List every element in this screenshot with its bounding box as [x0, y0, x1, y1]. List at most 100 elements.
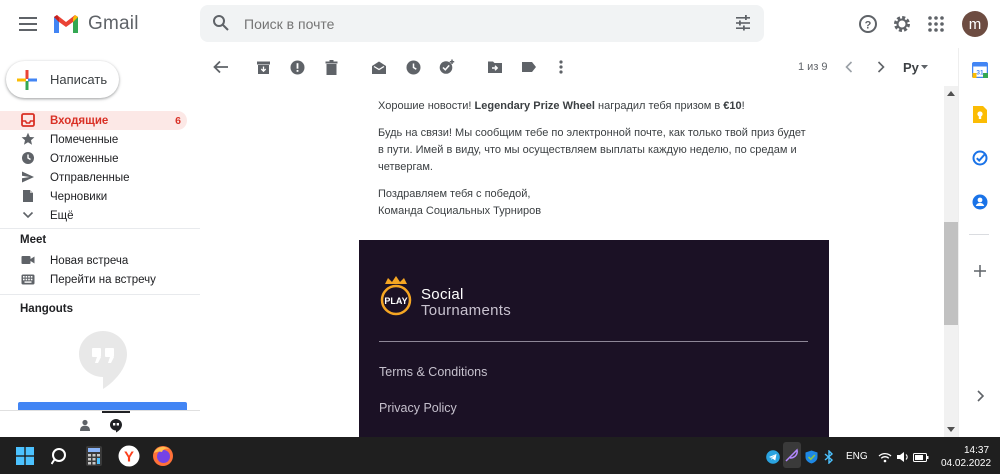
input-language-selector[interactable]: Ру: [900, 56, 934, 78]
support-icon[interactable]: ?: [856, 12, 880, 36]
play-logo-icon: PLAY: [379, 274, 413, 318]
svg-text:Y: Y: [124, 449, 134, 466]
add-addon-plus-icon[interactable]: [971, 262, 989, 280]
contacts-icon[interactable]: [971, 193, 989, 211]
text-span: !: [741, 100, 745, 112]
move-to-icon[interactable]: [486, 58, 504, 76]
search-icon[interactable]: [212, 14, 230, 32]
hangouts-quote-icon: [79, 331, 127, 396]
bluetooth-icon[interactable]: [821, 444, 837, 470]
folder-list: Входящие 6 Помеченные Отложенные Отправл…: [0, 111, 200, 225]
sidebar-item-label: Черновики: [50, 190, 108, 203]
delete-trash-icon[interactable]: [322, 58, 340, 76]
inbox-icon: [21, 113, 35, 127]
snooze-clock-icon[interactable]: [404, 58, 422, 76]
label-tag-icon[interactable]: [520, 58, 538, 76]
battery-icon[interactable]: [913, 444, 929, 470]
yandex-browser-icon[interactable]: Y: [116, 443, 142, 469]
text-span: наградил тебя призом в: [594, 100, 724, 112]
svg-text:31: 31: [976, 70, 984, 77]
security-shield-icon[interactable]: [803, 444, 819, 470]
contacts-tab[interactable]: [71, 411, 99, 438]
search-options-icon[interactable]: [734, 14, 752, 32]
sidebar-item-snoozed[interactable]: Отложенные: [0, 149, 187, 168]
calculator-icon[interactable]: [81, 443, 107, 469]
scroll-down-icon[interactable]: [946, 424, 956, 434]
send-icon: [21, 170, 35, 184]
calendar-icon[interactable]: 31: [971, 61, 989, 79]
sidebar-item-inbox[interactable]: Входящие 6: [0, 111, 187, 130]
brand-name-line2: Tournaments: [421, 302, 512, 319]
sidebar-bottom-tabs: [0, 410, 200, 437]
chevron-left-icon[interactable]: [840, 58, 858, 76]
chevron-right-icon[interactable]: [872, 58, 890, 76]
keep-notes-icon[interactable]: [971, 105, 989, 123]
settings-gear-icon[interactable]: [890, 12, 914, 36]
scroll-thumb[interactable]: [944, 222, 958, 325]
sidebar-item-label: Входящие: [50, 114, 109, 127]
person-icon: [80, 419, 90, 431]
volume-icon[interactable]: [895, 444, 911, 470]
account-avatar[interactable]: m: [962, 11, 988, 37]
report-spam-icon[interactable]: [288, 58, 306, 76]
meet-new-meeting[interactable]: Новая встреча: [0, 251, 187, 270]
scroll-up-icon[interactable]: [946, 88, 956, 98]
caret-down-icon: [921, 65, 928, 69]
mail-paragraph-1: Хорошие новости! Legendary Prize Wheel н…: [378, 98, 818, 115]
sidebar-item-label: Перейти на встречу: [50, 273, 156, 286]
more-vert-icon[interactable]: [552, 58, 570, 76]
sidebar-item-starred[interactable]: Помеченные: [0, 130, 187, 149]
archive-icon[interactable]: [254, 58, 272, 76]
add-task-icon[interactable]: [438, 58, 456, 76]
clock-icon: [21, 151, 35, 165]
wifi-icon[interactable]: [877, 444, 893, 470]
back-arrow-icon[interactable]: [212, 58, 230, 76]
divider: [969, 234, 989, 235]
search-taskbar-icon[interactable]: [47, 443, 73, 469]
svg-text:?: ?: [865, 20, 872, 32]
pagination-text: 1 из 9: [798, 61, 828, 73]
firefox-icon[interactable]: [150, 443, 176, 469]
gmail-logo[interactable]: Gmail: [52, 11, 139, 37]
privacy-link[interactable]: Privacy Policy: [379, 401, 457, 415]
hangouts-tab[interactable]: [102, 411, 130, 438]
meet-title: Meet: [20, 234, 47, 246]
prize-amount: €10: [723, 100, 742, 112]
windows-start-icon[interactable]: [12, 443, 38, 469]
header: Gmail ? m: [0, 0, 1000, 48]
expand-panel-chevron-icon[interactable]: [971, 387, 989, 405]
mark-unread-icon[interactable]: [370, 58, 388, 76]
sidebar-item-drafts[interactable]: Черновики: [0, 187, 187, 206]
hangouts-title: Hangouts: [20, 303, 74, 315]
apps-grid-icon[interactable]: [924, 12, 948, 36]
unread-count-badge: 6: [175, 114, 181, 127]
main-menu-button[interactable]: [12, 10, 44, 38]
keyboard-language-indicator[interactable]: ENG: [846, 451, 868, 462]
tasks-icon[interactable]: [971, 149, 989, 167]
meet-join-meeting[interactable]: Перейти на встречу: [0, 270, 187, 289]
vertical-scrollbar[interactable]: [944, 86, 958, 437]
text-line: Команда Социальных Турниров: [378, 205, 542, 217]
feather-app-icon[interactable]: [783, 442, 801, 468]
gmail-m-icon: [54, 15, 78, 33]
sidebar-item-label: Отложенные: [50, 152, 119, 165]
sidebar-item-label: Отправленные: [50, 171, 130, 184]
app-name: Gmail: [88, 13, 139, 34]
mail-paragraph-2: Будь на связи! Мы сообщим тебе по электр…: [378, 127, 806, 173]
sidebar-item-label: Новая встреча: [50, 254, 129, 267]
sidebar-item-more[interactable]: Ещё: [0, 206, 187, 225]
draft-icon: [21, 189, 35, 203]
search-input[interactable]: [244, 5, 704, 42]
footer-divider: [379, 341, 808, 342]
videocam-icon: [21, 253, 35, 267]
play-logo-text: PLAY: [384, 296, 407, 306]
meet-list: Новая встреча Перейти на встречу: [0, 251, 200, 289]
chevron-down-icon: [21, 208, 35, 222]
terms-link[interactable]: Terms & Conditions: [379, 365, 487, 379]
clock-time[interactable]: 14:37: [964, 445, 989, 456]
compose-button[interactable]: Написать: [6, 61, 119, 98]
sidebar-item-sent[interactable]: Отправленные: [0, 168, 187, 187]
telegram-icon[interactable]: [765, 444, 781, 470]
clock-date[interactable]: 04.02.2022: [941, 458, 991, 469]
compose-label: Написать: [50, 72, 108, 87]
